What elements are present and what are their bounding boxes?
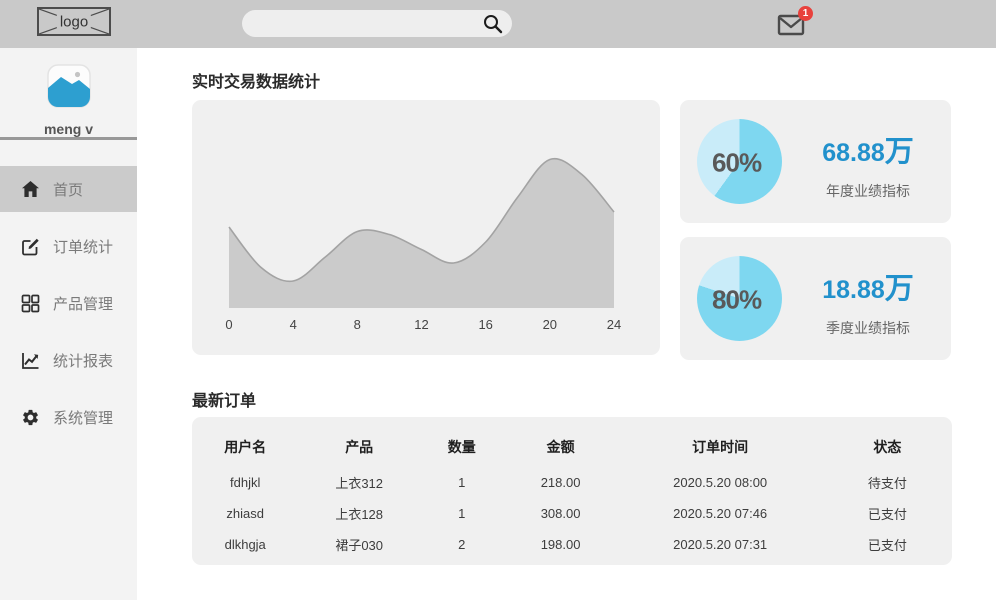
chart-line-icon [21,351,40,370]
sidebar-item-product-management[interactable]: 产品管理 [0,280,137,326]
area-chart-panel: 0 4 8 12 16 20 24 [192,100,660,355]
x-axis-tick-label: 16 [478,317,492,332]
column-header: 订单时间 [692,439,749,455]
table-cell: 2020.5.20 07:31 [673,537,768,552]
table-cell: dlkhgja [224,537,266,552]
edit-square-icon [21,237,40,256]
column-header: 用户名 [224,439,267,455]
username: meng v [43,121,93,137]
table-row: zhiasd 上衣128 1 308.00 2020.5.20 07:46 已支付 [192,500,952,531]
orders-table: 用户名 产品 数量 金额 订单时间 状态 fdhjkl 上衣312 1 218.00 2020.5… [192,431,952,562]
sidebar-item-order-stats[interactable]: 订单统计 [0,223,137,269]
sidebar-nav: 首页 订单统计 产品管理 统计报表 系统管理 [0,166,137,451]
table-cell: 308.00 [540,506,581,521]
stat-card-quarterly: 80% 18.88万 季度业绩指标 [680,237,951,360]
table-cell: 198.00 [540,537,581,552]
stat-caption: 季度业绩指标 [826,320,910,336]
user-profile: meng v [0,48,137,137]
stat-caption: 年度业绩指标 [826,183,910,199]
pie-percent-label: 80% [712,284,762,315]
sidebar-item-label: 产品管理 [53,295,114,313]
pie-percent-label: 60% [712,147,762,178]
top-bar: logo 1 [0,0,996,48]
stat-card-info: 68.88万 年度业绩指标 [798,128,938,201]
x-axis-tick-label: 0 [225,317,232,332]
table-row: fdhjkl 上衣312 1 218.00 2020.5.20 08:00 待支付 [192,469,952,500]
sidebar-item-label: 统计报表 [53,352,114,370]
stat-value: 68.88万 [822,136,914,168]
table-cell: 已支付 [867,538,907,553]
x-axis-tick-label: 8 [354,317,361,332]
stat-value: 18.88万 [822,273,914,305]
table-cell: 1 [458,475,466,490]
orders-table-panel: 用户名 产品 数量 金额 订单时间 状态 fdhjkl 上衣312 1 218.00 2020.5… [192,417,952,565]
home-icon [21,180,40,199]
table-cell: zhiasd [226,506,264,521]
pie-chart-quarterly: 80% [697,256,782,341]
x-axis-tick-label: 12 [414,317,428,332]
stat-card-annual: 60% 68.88万 年度业绩指标 [680,100,951,223]
sidebar-item-home[interactable]: 首页 [0,166,137,212]
table-cell: fdhjkl [230,475,261,490]
grid-icon [21,294,40,313]
column-header: 金额 [546,439,575,455]
x-axis-tick-label: 24 [607,317,621,332]
stat-card-info: 18.88万 季度业绩指标 [798,265,938,338]
sidebar-item-label: 系统管理 [53,409,114,427]
avatar[interactable] [46,63,92,109]
table-cell: 已支付 [867,507,907,522]
area-chart: 0 4 8 12 16 20 24 [225,157,621,332]
table-cell: 218.00 [540,475,581,490]
logo-placeholder[interactable]: logo [37,7,111,36]
sidebar-item-system-management[interactable]: 系统管理 [0,394,137,440]
orders-table-head: 用户名 产品 数量 金额 订单时间 状态 [192,431,952,469]
notification-badge: 1 [798,6,813,21]
table-cell: 2020.5.20 08:00 [673,475,768,490]
table-cell: 2020.5.20 07:46 [673,506,768,521]
sidebar-item-label: 首页 [53,181,84,199]
logo-text: logo [56,13,92,30]
table-cell: 上衣312 [335,476,384,491]
mail-button[interactable]: 1 [776,6,813,38]
image-placeholder-icon [46,64,91,108]
sidebar-item-statistics-report[interactable]: 统计报表 [0,337,137,383]
table-cell: 裙子030 [335,538,384,553]
section-title-latest-orders: 最新订单 [192,393,257,410]
pie-chart-annual: 60% [697,119,782,204]
orders-table-body: fdhjkl 上衣312 1 218.00 2020.5.20 08:00 待支付 zhia… [192,469,952,562]
sidebar-item-label: 订单统计 [53,238,114,256]
table-cell: 上衣128 [335,507,384,522]
column-header: 数量 [447,439,476,455]
column-header: 产品 [345,439,374,455]
table-cell: 待支付 [867,476,907,491]
section-title-realtime-stats: 实时交易数据统计 [192,74,321,91]
search-bar [242,10,512,37]
x-axis-tick-label: 4 [290,317,297,332]
main-content: 实时交易数据统计 0 4 8 12 16 20 24 60% 68.88万 年度业绩指标 8… [137,48,996,600]
table-cell: 1 [458,506,466,521]
column-header: 状态 [873,439,902,455]
x-axis-tick-label: 20 [543,317,557,332]
search-input[interactable] [256,10,484,37]
table-row: dlkhgja 裙子030 2 198.00 2020.5.20 07:31 已支付 [192,531,952,562]
gear-icon [21,408,40,427]
table-cell: 2 [458,537,466,552]
sidebar-divider [0,137,137,140]
sidebar: meng v 首页 订单统计 产品管理 统计报表 系统管理 [0,48,137,600]
search-icon[interactable] [482,13,504,35]
